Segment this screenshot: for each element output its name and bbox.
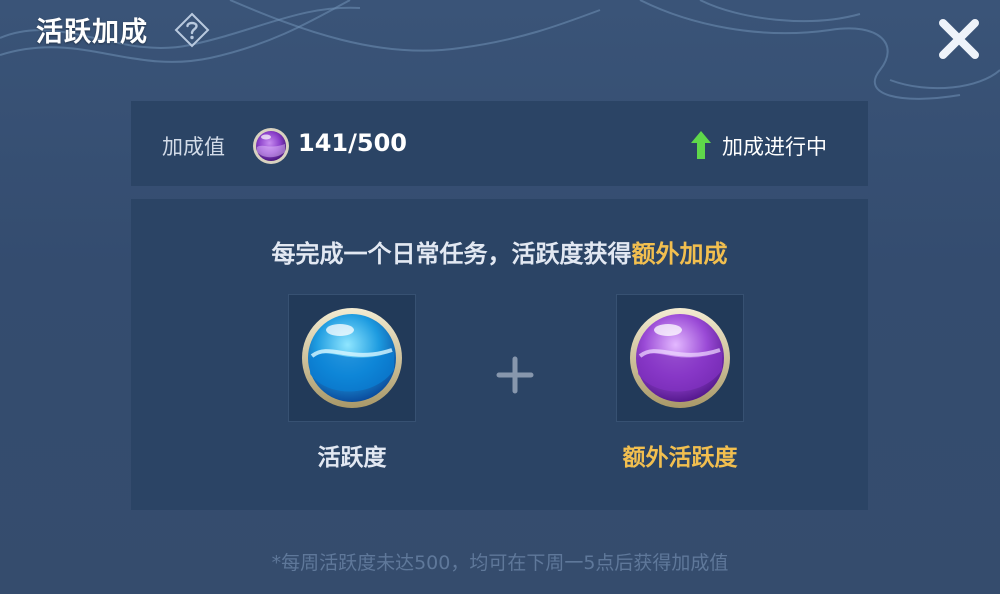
bonus-label: 加成值 bbox=[162, 135, 225, 159]
blue-orb-icon bbox=[302, 308, 402, 408]
help-icon[interactable] bbox=[172, 10, 212, 50]
activity-label: 活跃度 bbox=[317, 445, 387, 471]
green-up-arrow-icon bbox=[691, 131, 711, 159]
purple-orb-icon bbox=[253, 128, 289, 164]
purple-orb-icon bbox=[630, 308, 730, 408]
info-headline: 每完成一个日常任务，活跃度获得额外加成 bbox=[131, 234, 868, 269]
close-icon[interactable] bbox=[936, 16, 982, 62]
extra-activity-label: 额外活跃度 bbox=[622, 445, 738, 471]
bonus-value: 141/500 bbox=[298, 129, 407, 157]
plus-icon bbox=[496, 356, 534, 394]
dialog-title: 活跃加成 bbox=[36, 17, 148, 48]
decorative-swirl bbox=[0, 0, 1000, 100]
headline-text: 每完成一个日常任务，活跃度获得 bbox=[271, 240, 632, 268]
extra-activity-orb-box bbox=[616, 294, 744, 422]
activity-orb-box bbox=[288, 294, 416, 422]
footnote: *每周活跃度未达500，均可在下周一5点后获得加成值 bbox=[271, 552, 729, 574]
headline-highlight: 额外加成 bbox=[631, 240, 728, 268]
bonus-status: 加成进行中 bbox=[722, 135, 827, 159]
